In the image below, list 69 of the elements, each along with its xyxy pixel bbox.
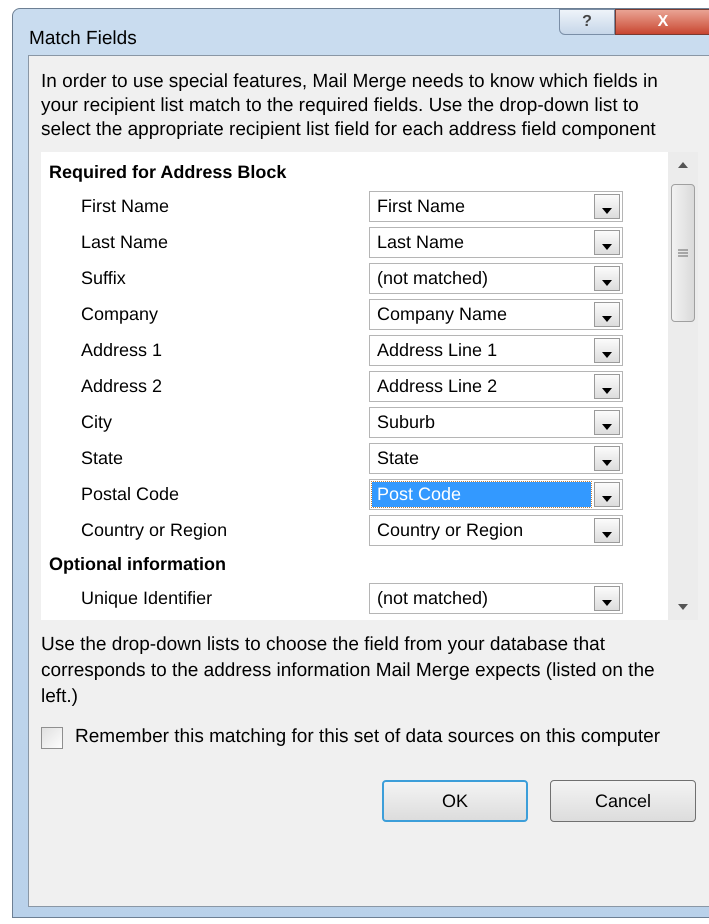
dropdown-arrow-button[interactable] xyxy=(594,410,620,434)
dropdown-value: (not matched) xyxy=(376,266,490,290)
dropdown[interactable]: Address Line 2 xyxy=(369,370,623,402)
intro-text: In order to use special features, Mail Merge needs to know which fields in your recipient list match to the required fields. Use the drop-down list to select the appropriate recipient list field for each address field component xyxy=(41,70,659,142)
section-heading: Required for Address Block xyxy=(49,161,288,184)
dropdown-value: Address Line 1 xyxy=(376,338,498,362)
caret-icon xyxy=(602,532,612,538)
dropdown-value: First Name xyxy=(376,194,466,218)
field-label: City xyxy=(80,410,113,434)
scrollbar[interactable] xyxy=(668,152,698,620)
dropdown-value: Address Line 2 xyxy=(376,374,498,398)
dropdown[interactable]: Last Name xyxy=(369,226,623,258)
dropdown-arrow-button[interactable] xyxy=(594,194,620,218)
dropdown-arrow-button[interactable] xyxy=(594,302,620,326)
help-button[interactable]: ? xyxy=(559,9,615,35)
caret-icon xyxy=(602,208,612,214)
hint-text: Use the drop-down lists to choose the field from your database that corresponds to the address information Mail Merge expects (listed on the left.) xyxy=(41,633,656,709)
dropdown-arrow-button[interactable] xyxy=(594,518,620,542)
scroll-down-icon[interactable] xyxy=(678,604,688,610)
caret-icon xyxy=(602,352,612,358)
dropdown-value: Last Name xyxy=(376,230,466,254)
dialog-button[interactable]: Cancel xyxy=(550,780,696,822)
dropdown[interactable]: Suburb xyxy=(369,406,623,438)
caret-icon xyxy=(602,388,612,394)
caret-icon xyxy=(602,244,612,250)
dropdown[interactable]: Country or Region xyxy=(369,514,623,546)
dropdown-value: Country or Region xyxy=(376,518,524,542)
field-label: State xyxy=(80,446,124,470)
dialog-button[interactable]: OK xyxy=(382,780,528,822)
dropdown-arrow-button[interactable] xyxy=(594,338,620,362)
dropdown[interactable]: Company Name xyxy=(369,298,623,330)
dropdown-arrow-button[interactable] xyxy=(594,374,620,398)
window-title: Match Fields xyxy=(28,27,137,51)
caret-icon xyxy=(602,600,612,606)
field-label: First Name xyxy=(80,194,170,218)
grip-icon xyxy=(678,249,688,257)
section-heading: Optional information xyxy=(49,553,227,576)
caret-icon xyxy=(602,424,612,430)
dropdown-value: (not matched) xyxy=(376,586,490,610)
scroll-up-icon[interactable] xyxy=(678,162,688,168)
dropdown-value: Company Name xyxy=(376,302,508,326)
dropdown-arrow-button[interactable] xyxy=(594,482,620,506)
remember-checkbox[interactable] xyxy=(41,727,63,749)
caret-icon xyxy=(602,316,612,322)
field-label: Company xyxy=(80,302,160,326)
caret-icon xyxy=(602,496,612,502)
dropdown[interactable]: (not matched) xyxy=(369,582,623,614)
dropdown-arrow-button[interactable] xyxy=(594,586,620,610)
field-label: Postal Code xyxy=(80,482,180,506)
field-label: Suffix xyxy=(80,266,127,290)
dropdown-arrow-button[interactable] xyxy=(594,446,620,470)
dropdown-arrow-button[interactable] xyxy=(594,266,620,290)
dropdown[interactable]: First Name xyxy=(369,190,623,222)
caret-icon xyxy=(602,280,612,286)
field-label: Country or Region xyxy=(80,518,228,542)
dropdown[interactable]: (not matched) xyxy=(369,262,623,294)
scrollbar-thumb[interactable] xyxy=(671,184,695,322)
caret-icon xyxy=(602,460,612,466)
field-label: Unique Identifier xyxy=(80,586,214,610)
dropdown-value: State xyxy=(376,446,420,470)
dropdown[interactable]: Address Line 1 xyxy=(369,334,623,366)
field-label: Address 1 xyxy=(80,338,164,362)
dropdown-value: Post Code xyxy=(372,482,591,506)
dropdown-arrow-button[interactable] xyxy=(594,230,620,254)
field-label: Last Name xyxy=(80,230,170,254)
field-label: Address 2 xyxy=(80,374,164,398)
remember-label: Remember this matching for this set of data sources on this computer xyxy=(75,725,662,749)
dropdown[interactable]: State xyxy=(369,442,623,474)
dropdown-value: Suburb xyxy=(376,410,436,434)
